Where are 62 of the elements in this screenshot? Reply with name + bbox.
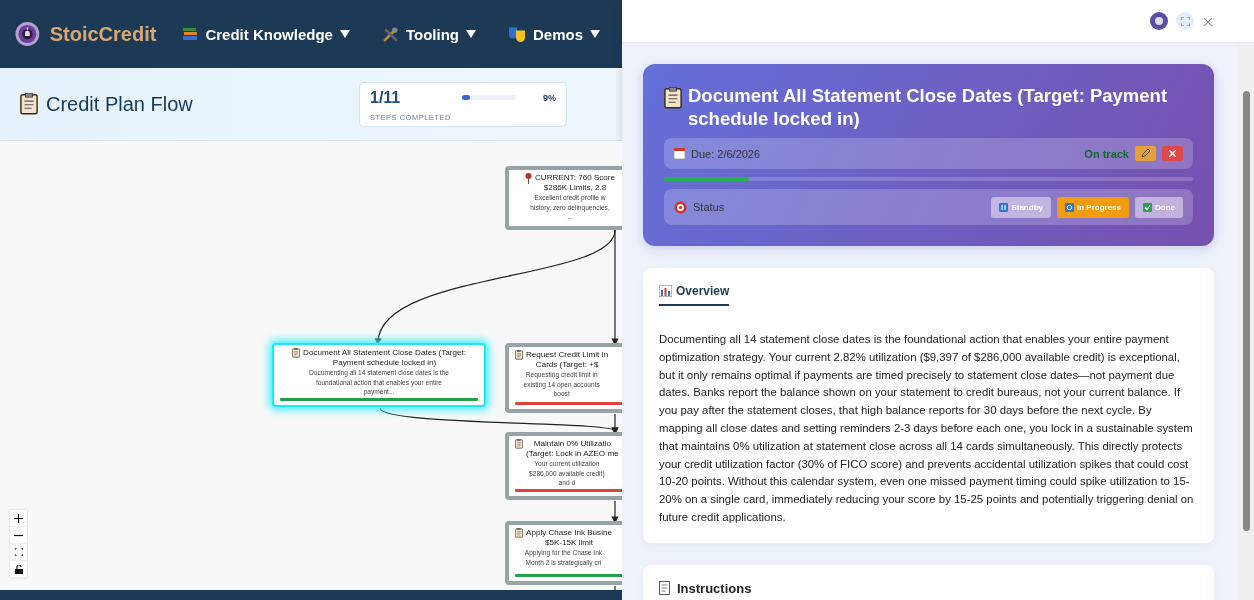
overview-text: Documenting all 14 statement close dates is the foundational action that enables your entire payment optimization strategy. Your current 2.82% utilization ($9,397 of $286,000 available credit) is exceptional, but it only remains optimal if payments are timed precisely to statement close dates—not payment due dates. Banks report the balance shown on your statement to credit bureaus, not your current balance. If you pay after the statement closes, that high balance reports for 30 days before the next cycle. By mapping all close dates and setting reminders 2-3 days before each one, you lock in a sustainable system that maintains 0% utilization at statement close across all 14 cards simultaneously. This directly protects your credit utilization factor (30% of FICO score) and prevents accidental utilization spikes that could cost 10-20 points. Without this calendar system, even one missed payment timing could spike utilization to 15-20% on a single card, immediately reducing your score by 15-25 points and potentially triggering denial on future credit applications. (659, 332, 1195, 525)
books-icon (182, 26, 199, 42)
memo-icon (659, 581, 672, 596)
node-title: Apply Chase Ink Busine (526, 528, 612, 538)
clipboard-icon (515, 350, 523, 360)
node-title: $286K Limits, 2.8 (543, 183, 607, 193)
clipboard-icon (664, 87, 682, 109)
node-title: Maintain 0% Utilizatio (533, 439, 611, 449)
lock-icon (14, 564, 23, 574)
avatar-icon (1154, 16, 1164, 26)
node-title: Payment schedule locked in) (332, 358, 437, 368)
track-status: On track (1084, 147, 1129, 160)
instructions-heading: Instructions (677, 580, 752, 596)
task-title: Document All Statement Close Dates (Target: Payment schedule locked in) (688, 84, 1169, 130)
clipboard-icon (20, 93, 38, 115)
fit-view-icon (14, 548, 23, 556)
close-icon (1169, 150, 1176, 157)
steps-count: 1/11 (370, 88, 402, 107)
node-title: CURRENT: 760 Score (535, 173, 616, 183)
connector-line (614, 585, 616, 590)
progress-percent: 9% (542, 92, 556, 103)
target-icon (674, 200, 687, 214)
check-icon (1143, 202, 1152, 212)
node-title: Cards (Target: +$ (535, 360, 599, 370)
close-icon (1204, 17, 1212, 26)
due-date: Due: 2/6/2026 (691, 147, 762, 160)
nav-menu[interactable]: Demos (507, 25, 600, 43)
scrollbar[interactable] (1238, 43, 1254, 600)
caret-icon (339, 30, 350, 38)
clipboard-icon (515, 439, 523, 449)
fullscreen-icon (1180, 16, 1190, 26)
pencil-icon (1141, 149, 1150, 158)
page-title: Credit Plan Flow (46, 92, 194, 116)
lock-button[interactable] (10, 561, 27, 578)
clipboard-icon (515, 528, 523, 538)
nav-menu[interactable]: Tooling (381, 25, 476, 43)
calendar-icon (674, 148, 685, 159)
overview-tab[interactable]: Overview (659, 284, 730, 306)
zoom-in-button[interactable] (10, 510, 27, 527)
clipboard-icon (292, 348, 301, 358)
connector-line (611, 500, 619, 524)
cycle-icon (1065, 202, 1074, 212)
avatar-button[interactable] (1150, 12, 1168, 30)
node-title: (Target: Lock in AZEO me (526, 449, 619, 459)
delete-button[interactable] (1162, 146, 1183, 161)
fit-view-button[interactable] (10, 544, 27, 561)
zoom-out-button[interactable] (10, 527, 27, 544)
node-title: $5K-15K limit (544, 538, 594, 548)
caret-icon (590, 30, 600, 38)
status-label: Status (693, 201, 726, 213)
tools-icon (381, 25, 399, 43)
plus-icon (14, 513, 23, 523)
pause-icon (999, 202, 1009, 212)
bar-chart-icon (659, 285, 672, 297)
caret-icon (465, 30, 476, 38)
node-title: Document All Statement Close Dates (Target: (303, 348, 466, 358)
brand-name[interactable]: StoicCredit (49, 22, 157, 46)
nav-menu[interactable]: Credit Knowledge (182, 25, 350, 43)
edit-button[interactable] (1135, 146, 1156, 161)
pin-icon (525, 173, 532, 184)
node-title: Request Credit Limit In (526, 350, 609, 360)
theater-masks-icon (507, 25, 526, 43)
